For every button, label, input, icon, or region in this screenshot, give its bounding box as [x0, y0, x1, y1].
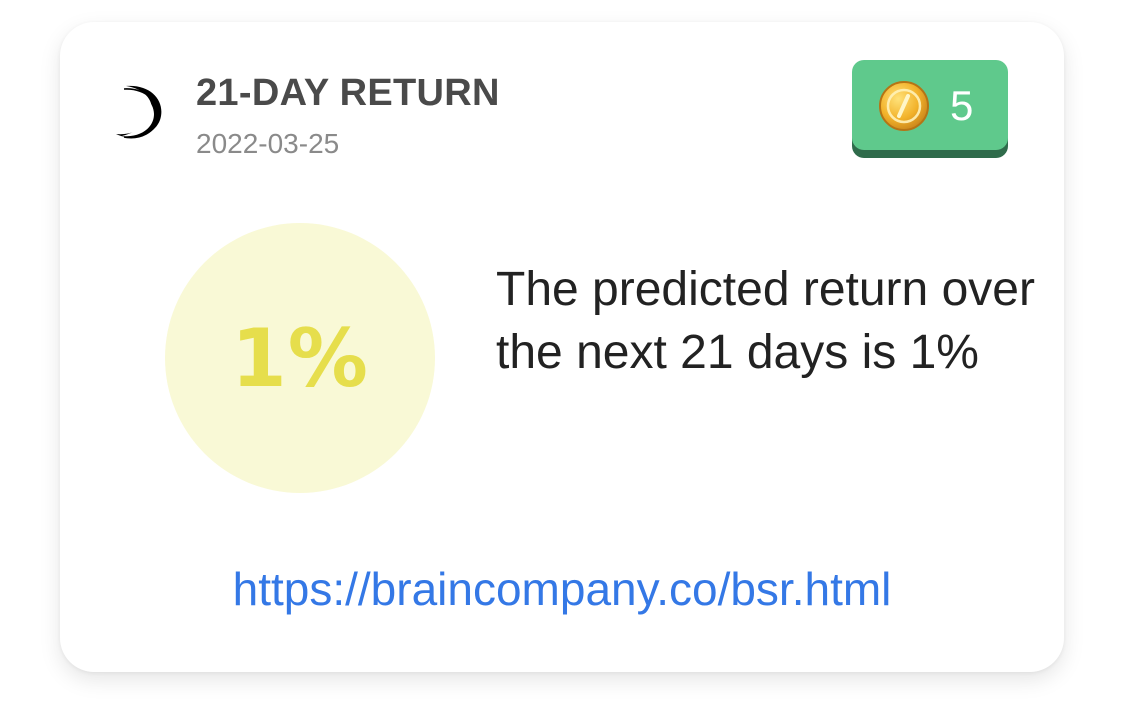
- prediction-circle: 1%: [165, 223, 435, 493]
- source-link[interactable]: https://braincompany.co/bsr.html: [60, 562, 1064, 616]
- card-date: 2022-03-25: [196, 128, 340, 159]
- prediction-description: The predicted return over the next 21 da…: [496, 263, 1035, 379]
- crescent-swirl-logo-icon: [116, 85, 162, 139]
- prediction-card: 21-DAY RETURN 2022-03-25 5 1% The predic…: [60, 22, 1064, 672]
- coin-badge-button[interactable]: 5: [852, 60, 1008, 150]
- card-title: 21-DAY RETURN: [196, 72, 500, 114]
- gold-coin-icon: [879, 81, 929, 131]
- prediction-value: 1%: [231, 311, 369, 405]
- coin-count: 5: [950, 82, 974, 129]
